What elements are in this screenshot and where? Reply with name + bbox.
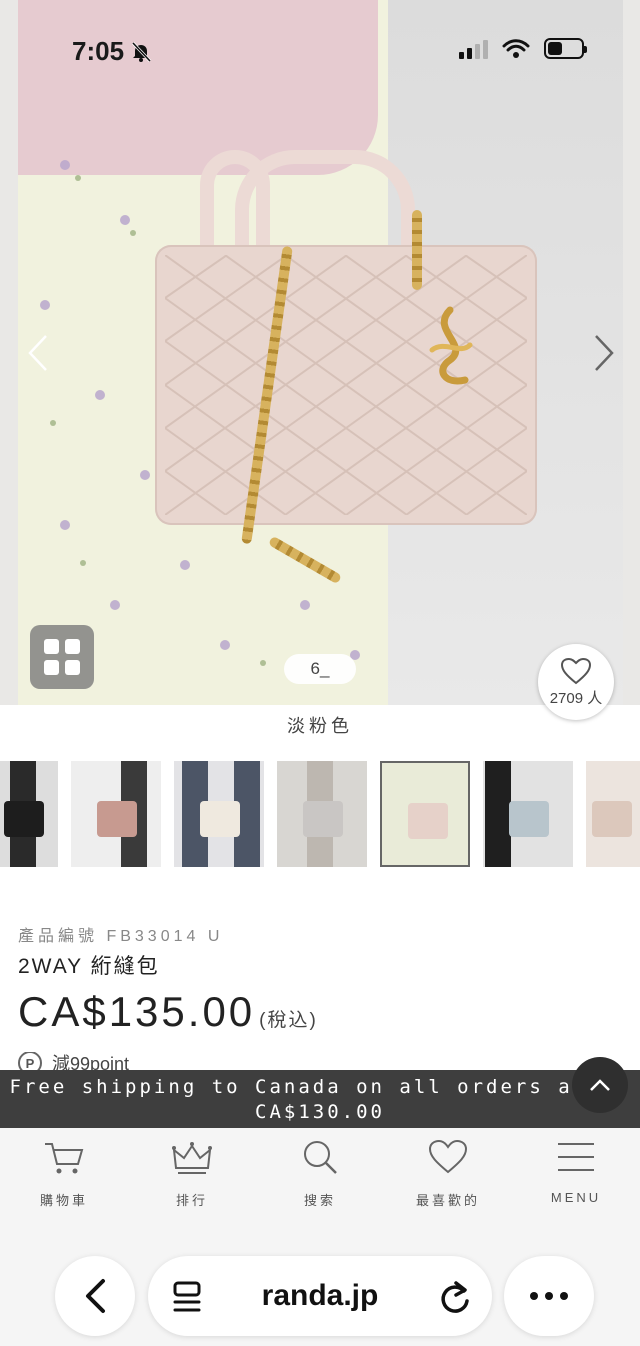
nav-cart[interactable]: 購物車 — [0, 1128, 128, 1228]
grid-icon-cell — [44, 660, 59, 675]
flower-dot — [60, 160, 70, 170]
flower-dot — [300, 600, 310, 610]
nav-label: 排行 — [175, 1193, 208, 1208]
wifi-icon — [502, 38, 530, 58]
product-name: 2WAY 絎縫包 — [18, 955, 160, 978]
chevron-left-icon — [28, 335, 47, 371]
bottom-navigation: 購物車 排行 搜索 最喜歡的 MENU — [0, 1128, 640, 1228]
gold-charm — [429, 306, 473, 385]
leaf-dot — [80, 560, 86, 566]
chevron-left-icon — [86, 1279, 105, 1313]
favorite-count: 2709 人 — [549, 689, 603, 707]
flower-dot — [60, 520, 70, 530]
heart-outline-icon — [560, 657, 592, 684]
flower-dot — [120, 215, 130, 225]
leaf-dot — [260, 660, 266, 666]
browser-toolbar: randa.jp — [0, 1228, 640, 1346]
reload-icon[interactable] — [438, 1279, 472, 1315]
product-code: 產品編號 FB33014 U — [18, 928, 224, 945]
leaf-dot — [50, 420, 56, 426]
search-icon — [304, 1141, 337, 1174]
thumbnail-strip — [0, 761, 640, 869]
flower-dot — [140, 470, 150, 480]
battery-icon — [544, 38, 587, 59]
cellular-signal-icon — [459, 39, 488, 59]
thumbnail-ivory[interactable] — [174, 761, 264, 867]
gold-chain — [412, 210, 422, 290]
thumbnail-rose[interactable] — [71, 761, 161, 867]
color-name-label: 淡粉色 — [287, 716, 353, 736]
grid-icon-cell — [65, 660, 80, 675]
more-options-button[interactable] — [504, 1256, 594, 1336]
tax-note: (稅込) — [259, 1010, 318, 1031]
status-time: 7:05 — [72, 36, 152, 67]
next-image-arrow[interactable] — [588, 333, 618, 373]
bell-slash-icon — [131, 41, 152, 62]
leaf-dot — [130, 230, 136, 236]
nav-label: 最喜歡的 — [415, 1193, 480, 1208]
cart-icon — [45, 1143, 84, 1174]
flower-dot — [180, 560, 190, 570]
nav-favorites[interactable]: 最喜歡的 — [384, 1128, 512, 1228]
grid-icon-cell — [65, 639, 80, 654]
heart-icon — [428, 1139, 468, 1174]
shipping-banner: Free shipping to Canada on all orders ab… — [0, 1070, 640, 1128]
ellipsis-icon-dot — [545, 1292, 553, 1300]
browser-back-button[interactable] — [55, 1256, 135, 1336]
flower-dot — [220, 640, 230, 650]
nav-search[interactable]: 搜索 — [256, 1128, 384, 1228]
favorite-button[interactable]: 2709 人 — [538, 644, 614, 720]
gallery-grid-button[interactable] — [30, 625, 94, 689]
clock-text: 7:05 — [72, 36, 125, 66]
nav-label: 搜索 — [303, 1193, 336, 1208]
flower-dot — [40, 300, 50, 310]
grid-icon-cell — [44, 639, 59, 654]
previous-image-arrow[interactable] — [24, 333, 54, 373]
chevron-up-icon — [590, 1079, 610, 1091]
price-row: CA$135.00 (稅込) — [18, 988, 318, 1036]
product-image[interactable]: 6_ 7:05 — [0, 0, 640, 705]
scroll-to-top-button[interactable] — [572, 1057, 628, 1113]
ellipsis-icon-dot — [530, 1292, 538, 1300]
menu-icon — [558, 1143, 594, 1171]
leaf-dot — [75, 175, 81, 181]
thumbnail-pale-pink[interactable] — [380, 761, 470, 867]
address-bar[interactable]: randa.jp — [148, 1256, 492, 1336]
crown-icon — [172, 1142, 212, 1174]
nav-menu[interactable]: MENU — [512, 1128, 640, 1228]
bag-handle — [235, 150, 415, 260]
chevron-right-icon — [595, 335, 614, 371]
thumbnail-grey-model[interactable] — [277, 761, 367, 867]
nav-ranking[interactable]: 排行 — [128, 1128, 256, 1228]
thumbnail-black[interactable] — [0, 761, 58, 867]
thumbnail-beige[interactable] — [586, 761, 640, 867]
status-icons — [459, 38, 587, 59]
price: CA$135.00 — [18, 988, 256, 1035]
thumbnail-blue-grey[interactable] — [483, 761, 573, 867]
nav-label: MENU — [550, 1190, 602, 1205]
status-bar: 7:05 — [0, 0, 640, 100]
flower-dot — [95, 390, 105, 400]
flower-dot — [110, 600, 120, 610]
image-counter: 6_ — [284, 654, 356, 684]
nav-label: 購物車 — [39, 1193, 88, 1208]
ellipsis-icon-dot — [560, 1292, 568, 1300]
